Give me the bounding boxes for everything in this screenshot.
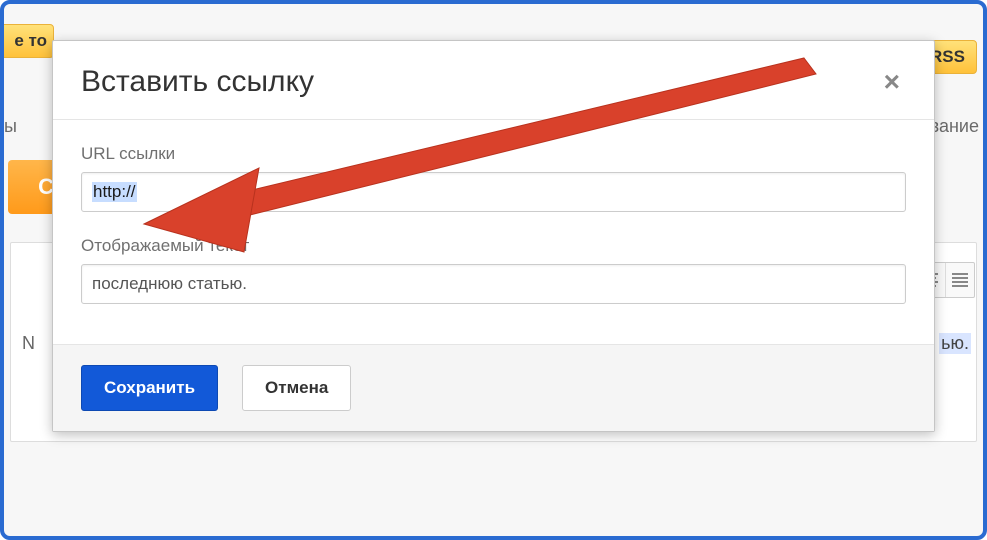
save-button[interactable]: Сохранить: [81, 365, 218, 411]
url-field-group: URL ссылки http://: [81, 144, 906, 212]
bg-orange-button-fragment: С: [8, 160, 56, 214]
url-label: URL ссылки: [81, 144, 906, 164]
display-text-field-group: Отображаемый текст: [81, 236, 906, 304]
modal-header: Вставить ссылку ×: [53, 41, 934, 120]
close-icon[interactable]: ×: [878, 66, 906, 98]
modal-footer: Сохранить Отмена: [53, 344, 934, 431]
modal-title: Вставить ссылку: [81, 65, 314, 99]
bg-editor-text-right: ью.: [939, 333, 971, 354]
url-input-value: http://: [92, 182, 137, 202]
display-text-input[interactable]: [81, 264, 906, 304]
insert-link-modal: Вставить ссылку × URL ссылки http:// Ото…: [52, 40, 935, 432]
modal-body: URL ссылки http:// Отображаемый текст: [53, 120, 934, 344]
url-input[interactable]: http://: [81, 172, 906, 212]
bg-editor-text-left: N: [22, 333, 35, 354]
bg-button-fragment-left: е то: [0, 24, 54, 58]
cancel-button[interactable]: Отмена: [242, 365, 351, 411]
align-icon: [946, 263, 975, 297]
bg-text-fragment-left: ы: [4, 116, 17, 137]
display-text-label: Отображаемый текст: [81, 236, 906, 256]
app-frame: е то RSS ы ование С N ью. Вставить ссылк…: [0, 0, 987, 540]
